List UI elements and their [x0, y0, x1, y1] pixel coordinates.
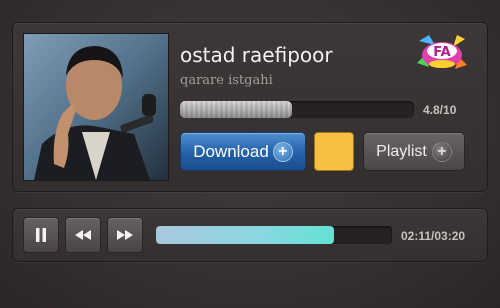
fast-forward-icon — [117, 230, 133, 240]
playback-progress-fill — [156, 226, 335, 244]
rating-bar — [180, 101, 414, 118]
fa-logo: FA — [415, 33, 469, 75]
download-button[interactable]: Download + — [180, 132, 306, 171]
playlist-label: Playlist — [376, 142, 427, 160]
rating-value: 4.8/10 — [423, 103, 457, 117]
fast-forward-button[interactable] — [107, 217, 143, 253]
plus-icon: + — [272, 141, 293, 162]
track-info-panel: ostad raefipoor qarare istgahi FA 4.8/10… — [12, 22, 488, 192]
rating-bar-fill — [180, 101, 293, 118]
playback-progress-bar[interactable] — [156, 226, 392, 244]
playback-time: 02:11/03:20 — [401, 229, 466, 243]
rewind-button[interactable] — [65, 217, 101, 253]
download-label: Download — [193, 141, 269, 161]
plus-icon: + — [431, 141, 452, 162]
svg-text:FA: FA — [433, 45, 450, 60]
cover-photo — [24, 34, 168, 180]
track-subtitle: qarare istgahi — [180, 73, 273, 88]
pause-icon — [36, 228, 46, 242]
track-title: ostad raefipoor — [180, 43, 333, 67]
playlist-button[interactable]: Playlist + — [363, 132, 465, 171]
pause-button[interactable] — [23, 217, 59, 253]
color-swatch-button[interactable] — [314, 132, 354, 171]
rewind-icon — [75, 230, 91, 240]
album-cover-image — [23, 33, 169, 181]
player-controls-panel: 02:11/03:20 — [12, 208, 488, 262]
